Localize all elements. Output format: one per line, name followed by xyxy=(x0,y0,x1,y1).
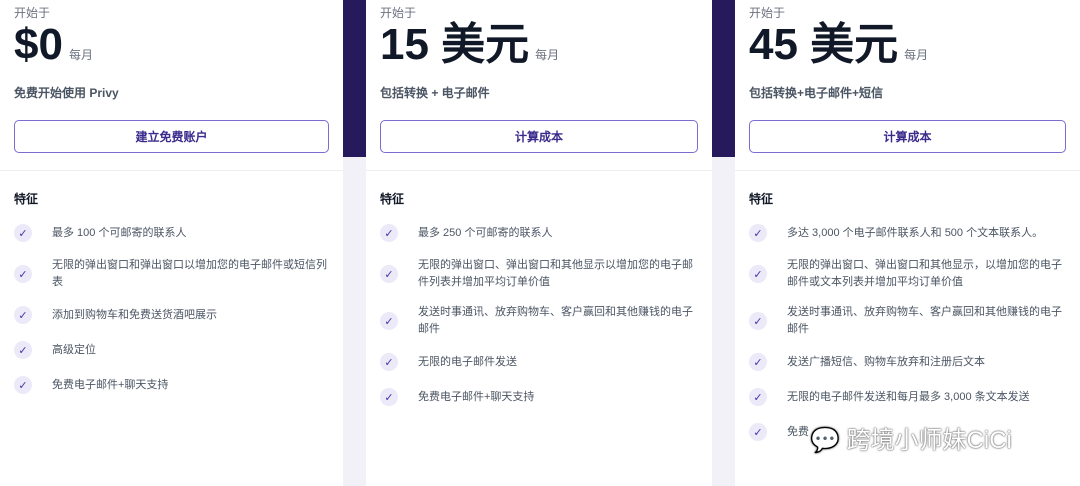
feature-item: ✓ 多达 3,000 个电子邮件联系人和 500 个文本联系人。 xyxy=(749,222,1066,244)
starts-at-label: 开始于 xyxy=(14,6,51,20)
check-icon: ✓ xyxy=(749,265,767,283)
feature-item: ✓ 高级定位 xyxy=(14,339,329,361)
feature-text: 免费 xyxy=(787,425,809,438)
starts-at-label: 开始于 xyxy=(749,6,786,20)
feature-text: 免费电子邮件+聊天支持 xyxy=(52,378,169,391)
per-month-label: 每月 xyxy=(68,48,93,62)
feature-text: 发送广播短信、购物车放弃和注册后文本 xyxy=(787,355,985,368)
price: $0 每月 xyxy=(14,20,93,80)
check-icon: ✓ xyxy=(14,265,32,283)
check-icon: ✓ xyxy=(380,353,398,371)
feature-item: ✓ 无限的电子邮件发送 xyxy=(380,351,698,373)
plan-cta-button[interactable]: 计算成本 xyxy=(749,120,1066,153)
feature-item: ✓ 无限的电子邮件发送和每月最多 3,000 条文本发送 xyxy=(749,386,1066,408)
check-icon: ✓ xyxy=(749,224,767,242)
divider xyxy=(366,170,712,171)
check-icon: ✓ xyxy=(380,265,398,283)
features-heading: 特征 xyxy=(749,192,774,206)
feature-text: 无限的弹出窗口和弹出窗口以增加您的电子邮件或短信列表 xyxy=(52,259,327,288)
feature-text: 免费电子邮件+聊天支持 xyxy=(418,390,535,403)
feature-item: ✓ 无限的弹出窗口、弹出窗口和其他显示，以增加您的电子邮件或文本列表并增加平均订单… xyxy=(749,257,1066,291)
check-icon: ✓ xyxy=(14,306,32,324)
pricing-card: 开始于 45 美元 每月 包括转换+电子邮件+短信 计算成本 特征 ✓ 多达 3,0… xyxy=(735,0,1080,486)
check-icon: ✓ xyxy=(14,224,32,242)
divider xyxy=(735,170,1080,171)
feature-text: 无限的弹出窗口、弹出窗口和其他显示，以增加您的电子邮件或文本列表并增加平均订单价… xyxy=(787,259,1062,288)
pricing-card: 开始于 $0 每月 免费开始使用 Privy 建立免费账户 特征 ✓ 最多 100 … xyxy=(0,0,343,486)
feature-text: 发送时事通讯、放弃购物车、客户赢回和其他赚钱的电子邮件 xyxy=(787,306,1062,335)
plan-description: 免费开始使用 Privy xyxy=(14,86,119,100)
wechat-icon: 💬 xyxy=(810,427,840,454)
feature-item: ✓ 免费电子邮件+聊天支持 xyxy=(14,374,329,396)
accent-band xyxy=(343,0,366,157)
check-icon: ✓ xyxy=(749,353,767,371)
feature-item: ✓ 无限的弹出窗口和弹出窗口以增加您的电子邮件或短信列表 xyxy=(14,257,329,291)
per-month-label: 每月 xyxy=(904,48,929,62)
feature-list: ✓ 最多 100 个可邮寄的联系人 ✓ 无限的弹出窗口和弹出窗口以增加您的电子邮件或短… xyxy=(14,222,329,409)
feature-text: 添加到购物车和免费送货酒吧展示 xyxy=(52,308,217,321)
check-icon: ✓ xyxy=(749,388,767,406)
feature-item: ✓ 最多 250 个可邮寄的联系人 xyxy=(380,222,698,244)
price: 45 美元 每月 xyxy=(749,20,928,80)
feature-text: 无限的电子邮件发送和每月最多 3,000 条文本发送 xyxy=(787,390,1030,403)
check-icon: ✓ xyxy=(749,423,767,441)
price: 15 美元 每月 xyxy=(380,20,559,80)
divider xyxy=(0,170,343,171)
feature-item: ✓ 发送时事通讯、放弃购物车、客户赢回和其他赚钱的电子邮件 xyxy=(749,304,1066,338)
price-value: 45 美元 xyxy=(749,20,899,69)
plan-description: 包括转换+电子邮件+短信 xyxy=(749,86,884,100)
feature-item: ✓ 无限的弹出窗口、弹出窗口和其他显示以增加您的电子邮件列表并增加平均订单价值 xyxy=(380,257,698,291)
price-value: $0 xyxy=(14,20,63,69)
features-heading: 特征 xyxy=(14,192,39,206)
plan-cta-button[interactable]: 计算成本 xyxy=(380,120,698,153)
feature-text: 高级定位 xyxy=(52,343,96,356)
feature-item: ✓ 发送广播短信、购物车放弃和注册后文本 xyxy=(749,351,1066,373)
feature-text: 最多 100 个可邮寄的联系人 xyxy=(52,226,187,239)
pricing-card: 开始于 15 美元 每月 包括转换 + 电子邮件 计算成本 特征 ✓ 最多 250 … xyxy=(366,0,712,486)
accent-band xyxy=(712,0,735,157)
feature-item: ✓ 添加到购物车和免费送货酒吧展示 xyxy=(14,304,329,326)
features-heading: 特征 xyxy=(380,192,405,206)
price-value: 15 美元 xyxy=(380,20,530,69)
per-month-label: 每月 xyxy=(535,48,560,62)
check-icon: ✓ xyxy=(380,224,398,242)
feature-text: 发送时事通讯、放弃购物车、客户赢回和其他赚钱的电子邮件 xyxy=(418,306,693,335)
watermark: 💬 跨境小师妹CiCi xyxy=(810,427,1012,454)
feature-text: 多达 3,000 个电子邮件联系人和 500 个文本联系人。 xyxy=(787,226,1044,239)
plan-description: 包括转换 + 电子邮件 xyxy=(380,86,490,100)
feature-item: ✓ 免费电子邮件+聊天支持 xyxy=(380,386,698,408)
check-icon: ✓ xyxy=(380,312,398,330)
check-icon: ✓ xyxy=(14,376,32,394)
starts-at-label: 开始于 xyxy=(380,6,417,20)
feature-text: 最多 250 个可邮寄的联系人 xyxy=(418,226,553,239)
feature-text: 无限的弹出窗口、弹出窗口和其他显示以增加您的电子邮件列表并增加平均订单价值 xyxy=(418,259,693,288)
feature-item: ✓ 发送时事通讯、放弃购物车、客户赢回和其他赚钱的电子邮件 xyxy=(380,304,698,338)
check-icon: ✓ xyxy=(749,312,767,330)
plan-cta-button[interactable]: 建立免费账户 xyxy=(14,120,329,153)
check-icon: ✓ xyxy=(380,388,398,406)
feature-list: ✓ 最多 250 个可邮寄的联系人 ✓ 无限的弹出窗口、弹出窗口和其他显示以增加您的电… xyxy=(380,222,698,421)
feature-item: ✓ 最多 100 个可邮寄的联系人 xyxy=(14,222,329,244)
check-icon: ✓ xyxy=(14,341,32,359)
feature-text: 无限的电子邮件发送 xyxy=(418,355,517,368)
